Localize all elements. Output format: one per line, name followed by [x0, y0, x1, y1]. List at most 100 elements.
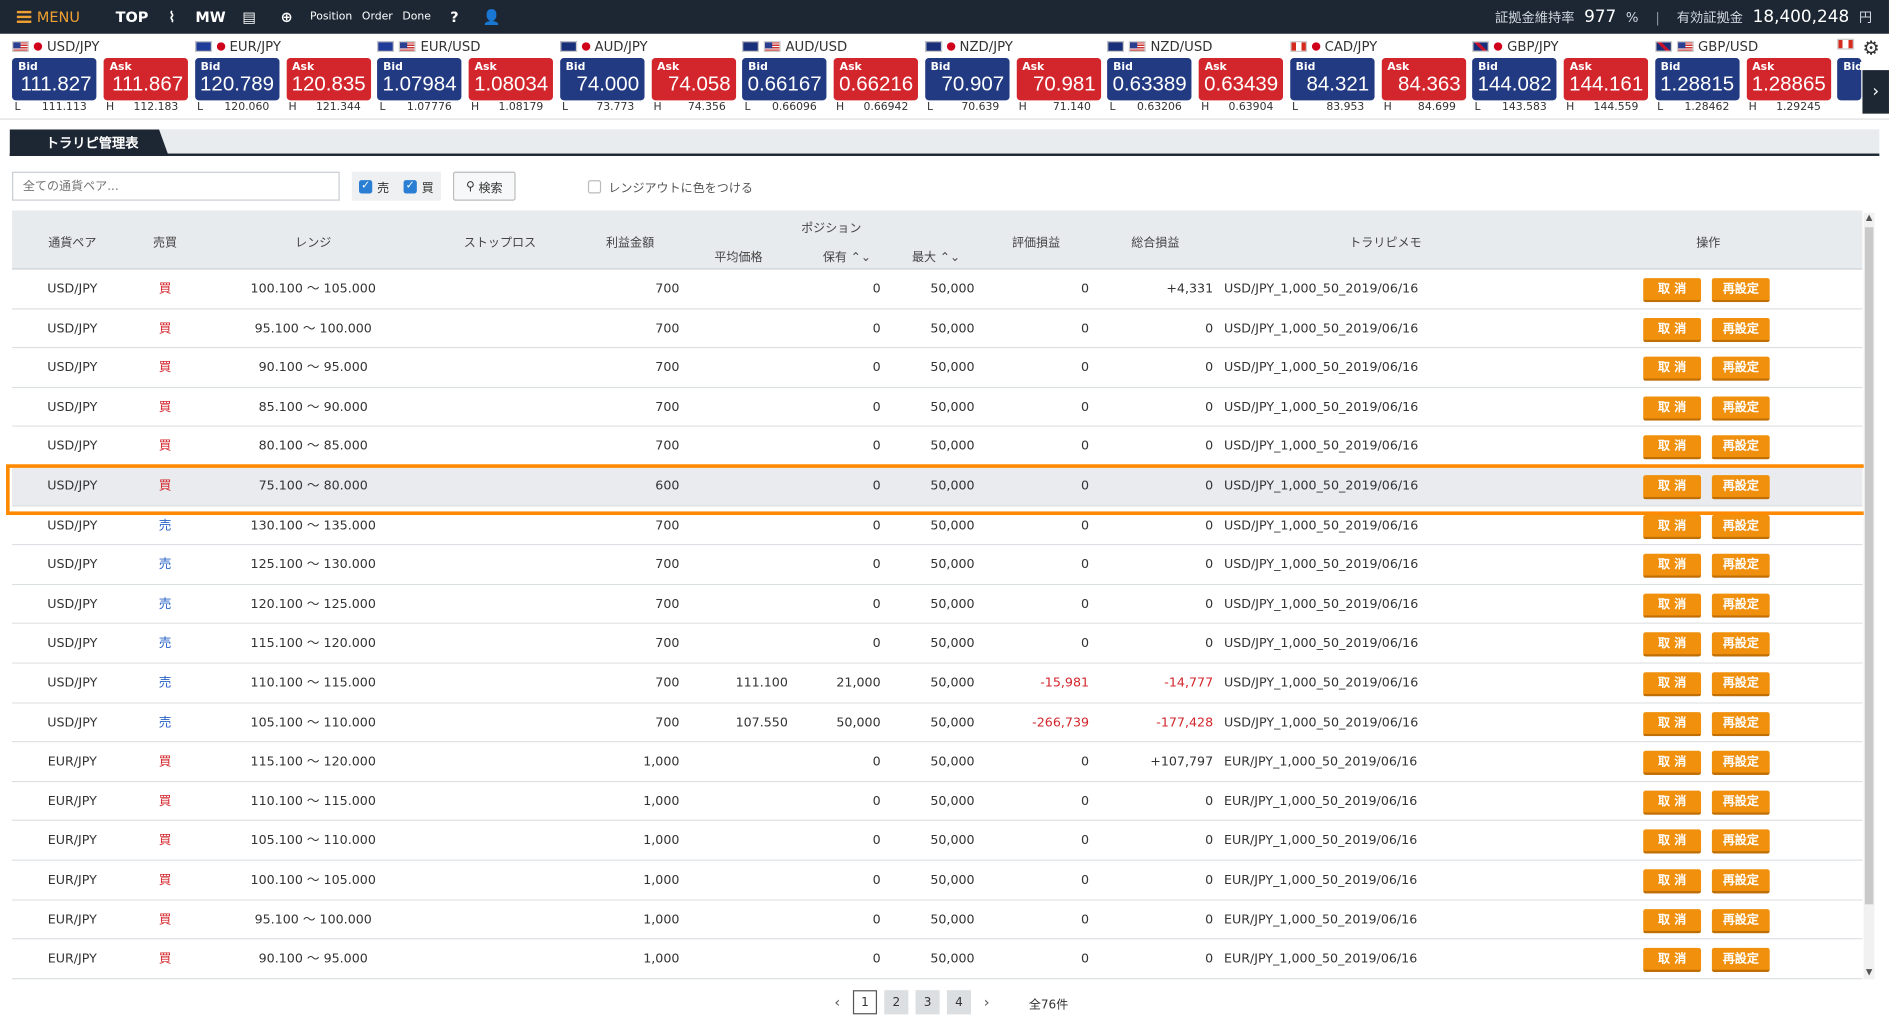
page-1[interactable]: 1 — [852, 990, 878, 1015]
ask-button[interactable]: Ask 84.363 — [1381, 58, 1466, 101]
rate-card[interactable]: EUR/JPY Bid 120.789 Ask 120.835 L 120.060 H 121.… — [183, 34, 371, 119]
table-row[interactable]: USD/JPY 売 125.100 ～ 130.000 700 0 50,000 0 0 USD… — [12, 545, 1863, 585]
page-4[interactable]: 4 — [946, 990, 971, 1015]
reset-button[interactable]: 再設定 — [1711, 790, 1770, 815]
rate-card[interactable]: GBP/USD Bid 1.28815 Ask 1.28865 L 1.28462 H 1.29… — [1643, 34, 1831, 119]
cancel-button[interactable]: 取 消 — [1643, 553, 1702, 579]
ask-button[interactable]: Ask 0.63439 — [1198, 58, 1284, 101]
bid-button[interactable]: Bid — [1837, 58, 1863, 101]
rate-card[interactable]: USD/JPY Bid 111.827 Ask 111.867 L 111.113 H 112.… — [0, 34, 188, 119]
bid-button[interactable]: Bid 111.827 — [12, 58, 97, 101]
cancel-button[interactable]: 取 消 — [1643, 593, 1702, 618]
gear-icon[interactable]: ⚙ — [1862, 36, 1884, 59]
bid-button[interactable]: Bid 0.63389 — [1107, 58, 1192, 101]
next-rates-button[interactable]: › — [1862, 70, 1889, 114]
ask-button[interactable]: Ask 120.835 — [286, 58, 371, 101]
rate-card[interactable]: EUR/USD Bid 1.07984 Ask 1.08034 L 1.07776 H 1.08… — [365, 34, 553, 119]
next-page-icon[interactable]: › — [978, 994, 995, 1011]
table-row[interactable]: USD/JPY 売 120.100 ～ 125.000 700 0 50,000 0 0 USD… — [12, 584, 1863, 625]
page-3[interactable]: 3 — [915, 990, 940, 1015]
rate-card-partial[interactable]: Bid — [1825, 34, 1863, 119]
bid-button[interactable]: Bid 144.082 — [1472, 58, 1557, 101]
table-row[interactable]: EUR/JPY 買 95.100 ～ 100.000 1,000 0 50,000 0 0 EU… — [12, 900, 1863, 940]
reset-button[interactable]: 再設定 — [1711, 711, 1770, 736]
nav-chart-icon[interactable]: ⌇ — [153, 0, 190, 34]
bid-button[interactable]: Bid 120.789 — [194, 58, 279, 101]
scroll-thumb[interactable] — [1864, 227, 1874, 905]
reset-button[interactable]: 再設定 — [1711, 948, 1770, 973]
cancel-button[interactable]: 取 消 — [1643, 829, 1702, 855]
table-row[interactable]: USD/JPY 買 80.100 ～ 85.000 700 0 50,000 0 0 USD/J… — [12, 427, 1863, 467]
ask-button[interactable]: Ask 111.867 — [103, 58, 188, 101]
rate-card[interactable]: GBP/JPY Bid 144.082 Ask 144.161 L 143.583 H 144.… — [1460, 34, 1649, 119]
cancel-button[interactable]: 取 消 — [1643, 751, 1702, 776]
cancel-button[interactable]: 取 消 — [1643, 632, 1702, 657]
cancel-button[interactable]: 取 消 — [1643, 908, 1702, 933]
ask-button[interactable]: Ask 1.08034 — [468, 58, 553, 101]
cancel-button[interactable]: 取 消 — [1643, 711, 1702, 736]
range-out-color-checkbox[interactable] — [587, 179, 602, 193]
table-scrollbar[interactable]: ▲ ▼ — [1863, 212, 1875, 980]
reset-button[interactable]: 再設定 — [1711, 396, 1770, 421]
reset-button[interactable]: 再設定 — [1711, 278, 1770, 303]
reset-button[interactable]: 再設定 — [1711, 593, 1770, 618]
bid-button[interactable]: Bid 1.07984 — [377, 58, 462, 101]
ask-button[interactable]: Ask 70.981 — [1016, 58, 1101, 101]
tab-trap-repeat-table[interactable]: トラリピ管理表 — [9, 129, 169, 156]
rate-card[interactable]: CAD/JPY Bid 84.321 Ask 84.363 L 83.953 H 84.699 — [1278, 34, 1466, 119]
header-max[interactable]: 最大 ⌃⌄ — [906, 247, 966, 264]
cancel-button[interactable]: 取 消 — [1643, 672, 1702, 697]
nav-order-icon[interactable]: Order — [357, 0, 397, 34]
nav-position-icon[interactable]: Position — [305, 0, 357, 34]
ask-button[interactable]: Ask 74.058 — [651, 58, 736, 101]
cancel-button[interactable]: 取 消 — [1643, 317, 1702, 342]
cancel-button[interactable]: 取 消 — [1643, 790, 1702, 815]
cancel-button[interactable]: 取 消 — [1643, 869, 1702, 894]
reset-button[interactable]: 再設定 — [1711, 317, 1770, 342]
reset-button[interactable]: 再設定 — [1711, 908, 1770, 933]
table-row[interactable]: USD/JPY 買 85.100 ～ 90.000 700 0 50,000 0 0 USD/J… — [12, 387, 1863, 428]
menu-button[interactable]: MENU — [0, 0, 96, 34]
prev-page-icon[interactable]: ‹ — [829, 994, 846, 1011]
nav-done-icon[interactable]: Done — [398, 0, 436, 34]
rate-card[interactable]: AUD/USD Bid 0.66167 Ask 0.66216 L 0.66096 H 0.66… — [730, 34, 918, 119]
ask-button[interactable]: Ask 0.66216 — [833, 58, 918, 101]
table-row[interactable]: USD/JPY 売 110.100 ～ 115.000 700 111.100 21,00… — [12, 663, 1863, 704]
reset-button[interactable]: 再設定 — [1711, 869, 1770, 894]
nav-top-link[interactable]: TOP — [111, 0, 153, 34]
scroll-down-icon[interactable]: ▼ — [1864, 967, 1875, 979]
reset-button[interactable]: 再設定 — [1711, 553, 1770, 579]
cancel-button[interactable]: 取 消 — [1643, 435, 1702, 460]
reset-button[interactable]: 再設定 — [1711, 829, 1770, 855]
ask-button[interactable]: Ask 144.161 — [1563, 58, 1649, 101]
cancel-button[interactable]: 取 消 — [1643, 356, 1702, 382]
reset-button[interactable]: 再設定 — [1711, 751, 1770, 776]
sell-checkbox[interactable]: ✓ — [359, 179, 373, 193]
ask-button[interactable]: Ask 1.28865 — [1746, 58, 1831, 101]
reset-button[interactable]: 再設定 — [1711, 632, 1770, 657]
search-button[interactable]: ⚲ 検索 — [452, 171, 516, 201]
page-2[interactable]: 2 — [884, 990, 909, 1015]
cancel-button[interactable]: 取 消 — [1643, 514, 1702, 539]
table-row[interactable]: EUR/JPY 買 105.100 ～ 110.000 1,000 0 50,000 0 0 E… — [12, 821, 1863, 861]
nav-user-icon[interactable]: 👤 — [473, 0, 510, 34]
nav-mw-icon[interactable]: MW — [191, 0, 231, 34]
table-row[interactable]: EUR/JPY 買 115.100 ～ 120.000 1,000 0 50,000 0 +1… — [12, 742, 1863, 782]
nav-help-icon[interactable]: ? — [436, 0, 473, 34]
bid-button[interactable]: Bid 70.907 — [924, 58, 1009, 101]
range-out-color-option[interactable]: レンジアウトに色をつける — [587, 177, 753, 195]
scroll-up-icon[interactable]: ▲ — [1864, 213, 1875, 225]
cancel-button[interactable]: 取 消 — [1643, 396, 1702, 421]
reset-button[interactable]: 再設定 — [1711, 672, 1770, 697]
rate-card[interactable]: NZD/USD Bid 0.63389 Ask 0.63439 L 0.63206 H 0.63… — [1095, 34, 1284, 119]
nav-doc-icon[interactable]: ▤ — [231, 0, 268, 34]
bid-button[interactable]: Bid 74.000 — [559, 58, 644, 101]
table-row[interactable]: USD/JPY 買 90.100 ～ 95.000 700 0 50,000 0 0 USD/J… — [12, 348, 1863, 388]
nav-new-order-icon[interactable]: ⊕ — [268, 0, 305, 34]
bid-button[interactable]: Bid 0.66167 — [742, 58, 827, 101]
reset-button[interactable]: 再設定 — [1711, 356, 1770, 382]
reset-button[interactable]: 再設定 — [1711, 514, 1770, 539]
table-row[interactable]: EUR/JPY 買 90.100 ～ 95.000 1,000 0 50,000 0 0 EUR… — [12, 939, 1863, 980]
reset-button[interactable]: 再設定 — [1711, 435, 1770, 460]
table-row[interactable]: USD/JPY 買 95.100 ～ 100.000 700 0 50,000 0 0 USD/… — [12, 309, 1863, 349]
